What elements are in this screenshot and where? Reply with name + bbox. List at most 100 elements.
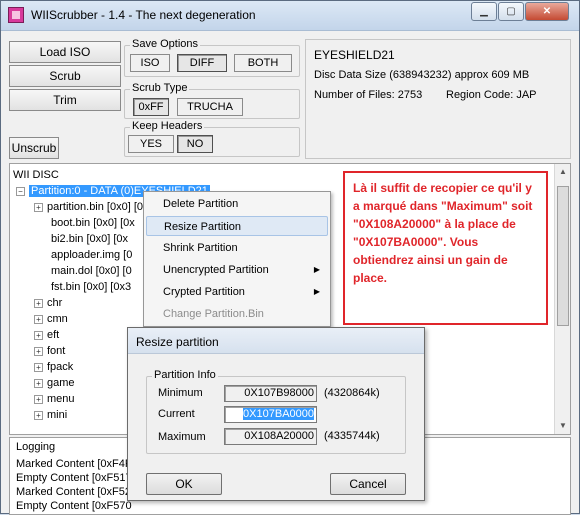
tree-folder[interactable]: + mini [34, 407, 67, 423]
resize-partition-dialog: Resize partition Partition Info Minimum … [127, 327, 425, 501]
unscrub-button[interactable]: Unscrub [9, 137, 59, 159]
scroll-down-icon[interactable]: ▼ [555, 418, 570, 434]
menu-resize-partition[interactable]: Resize Partition [146, 216, 328, 236]
save-diff-option[interactable]: DIFF [177, 54, 227, 72]
log-line: Marked Content [0xF52 [16, 486, 131, 498]
minimum-kb: (4320864k) [324, 387, 380, 399]
tree-root[interactable]: WII DISC [13, 167, 59, 183]
cancel-button[interactable]: Cancel [330, 473, 406, 495]
expand-icon[interactable]: + [34, 331, 43, 340]
expand-icon[interactable]: + [34, 395, 43, 404]
scroll-up-icon[interactable]: ▲ [555, 164, 570, 180]
partition-info-label: Partition Info [152, 369, 218, 381]
keep-headers-yes-option[interactable]: YES [128, 135, 174, 153]
logging-title: Logging [16, 441, 56, 453]
file-label: bi2.bin [0x0] [0x [51, 233, 129, 245]
maximize-button[interactable]: ▢ [498, 2, 524, 21]
submenu-arrow-icon: ▶ [313, 265, 320, 274]
app-icon [8, 7, 24, 23]
folder-label: cmn [47, 313, 68, 325]
tree-file[interactable]: main.dol [0x0] [0 [51, 263, 132, 279]
log-line: Empty Content [0xF570 [16, 500, 132, 512]
expand-icon[interactable]: + [34, 411, 43, 420]
dialog-title: Resize partition [136, 335, 219, 349]
partition-context-menu: Delete Partition Resize Partition Shrink… [143, 191, 331, 327]
disc-data-size: Disc Data Size (638943232) approx 609 MB [314, 69, 530, 81]
expand-icon[interactable]: + [34, 203, 43, 212]
menu-shrink-partition[interactable]: Shrink Partition [146, 238, 328, 258]
save-iso-option[interactable]: ISO [130, 54, 170, 72]
disc-name: EYESHIELD21 [314, 48, 395, 62]
tree-folder[interactable]: + game [34, 375, 75, 391]
keep-headers-group: Keep Headers YES NO [124, 120, 300, 157]
save-both-option[interactable]: BOTH [234, 54, 292, 72]
scroll-thumb[interactable] [557, 186, 569, 326]
region-code: Region Code: JAP [446, 89, 537, 101]
menu-unencrypted-partition[interactable]: Unencrypted Partition ▶ [146, 260, 328, 280]
disc-info-panel: EYESHIELD21 Disc Data Size (638943232) a… [305, 39, 571, 159]
menu-item-label: Shrink Partition [163, 242, 238, 254]
file-label: fst.bin [0x0] [0x3 [51, 281, 132, 293]
tree-folder[interactable]: + chr [34, 295, 62, 311]
window-title: WIIScrubber - 1.4 - The next degeneratio… [31, 8, 256, 22]
current-input[interactable]: 0X107BA0000 [224, 406, 317, 423]
tree-folder[interactable]: + fpack [34, 359, 73, 375]
expand-icon[interactable]: + [34, 315, 43, 324]
tree-folder[interactable]: + font [34, 343, 65, 359]
folder-label: font [47, 345, 66, 357]
menu-change-partition-bin: Change Partition.Bin [146, 304, 328, 324]
number-of-files: Number of Files: 2753 [314, 89, 423, 101]
tree-folder[interactable]: + cmn [34, 311, 68, 327]
folder-label: eft [47, 329, 60, 341]
scrub-0xff-option[interactable]: 0xFF [133, 98, 169, 116]
trim-button[interactable]: Trim [9, 89, 121, 111]
annotation-box: Là il suffit de recopier ce qu'il y a ma… [343, 171, 548, 325]
tree-scrollbar[interactable]: ▲ ▼ [554, 164, 570, 434]
menu-item-label: Delete Partition [163, 198, 239, 210]
menu-item-label: Unencrypted Partition [163, 264, 269, 276]
keep-headers-label: Keep Headers [130, 120, 205, 132]
scrub-button[interactable]: Scrub [9, 65, 121, 87]
tree-file[interactable]: bi2.bin [0x0] [0x [51, 231, 128, 247]
menu-delete-partition[interactable]: Delete Partition [146, 194, 328, 214]
menu-item-label: Change Partition.Bin [163, 308, 264, 320]
tree-file[interactable]: apploader.img [0 [51, 247, 132, 263]
expand-icon[interactable]: + [34, 347, 43, 356]
maximum-kb: (4335744k) [324, 430, 380, 442]
file-label: boot.bin [0x0] [0x [51, 217, 135, 229]
tree-file[interactable]: fst.bin [0x0] [0x3 [51, 279, 131, 295]
expand-icon[interactable]: + [34, 363, 43, 372]
expand-icon[interactable]: + [34, 379, 43, 388]
log-line: Empty Content [0xF517 [16, 472, 132, 484]
file-label: partition.bin [0x0] [0x [47, 201, 149, 213]
close-button[interactable]: ✕ [525, 2, 569, 21]
tree-folder[interactable]: + menu [34, 391, 75, 407]
folder-label: mini [47, 409, 68, 421]
folder-label: chr [47, 297, 63, 309]
save-options-label: Save Options [130, 38, 201, 50]
scrub-trucha-option[interactable]: TRUCHA [177, 98, 243, 116]
menu-item-label: Resize Partition [164, 221, 242, 233]
scrub-type-label: Scrub Type [130, 82, 190, 94]
tree-folder[interactable]: + eft [34, 327, 59, 343]
load-iso-button[interactable]: Load ISO [9, 41, 121, 63]
annotation-text: Là il suffit de recopier ce qu'il y a ma… [353, 181, 533, 285]
tree-file[interactable]: boot.bin [0x0] [0x [51, 215, 135, 231]
maximum-label: Maximum [158, 431, 206, 443]
expand-icon[interactable]: + [34, 299, 43, 308]
submenu-arrow-icon: ▶ [313, 287, 320, 296]
collapse-icon[interactable]: − [16, 187, 25, 196]
folder-label: game [47, 377, 75, 389]
folder-label: menu [47, 393, 75, 405]
current-value: 0X107BA0000 [243, 408, 314, 420]
minimize-button[interactable]: ▁ [471, 2, 497, 21]
menu-crypted-partition[interactable]: Crypted Partition ▶ [146, 282, 328, 302]
log-line: Marked Content [0xF4F [16, 458, 132, 470]
tree-root-label: WII DISC [13, 169, 59, 181]
keep-headers-no-option[interactable]: NO [177, 135, 213, 153]
scrub-type-group: Scrub Type 0xFF TRUCHA [124, 82, 300, 119]
maximum-field: 0X108A20000 [224, 428, 317, 445]
tree-file[interactable]: + partition.bin [0x0] [0x [34, 199, 149, 215]
current-label: Current [158, 408, 195, 420]
ok-button[interactable]: OK [146, 473, 222, 495]
